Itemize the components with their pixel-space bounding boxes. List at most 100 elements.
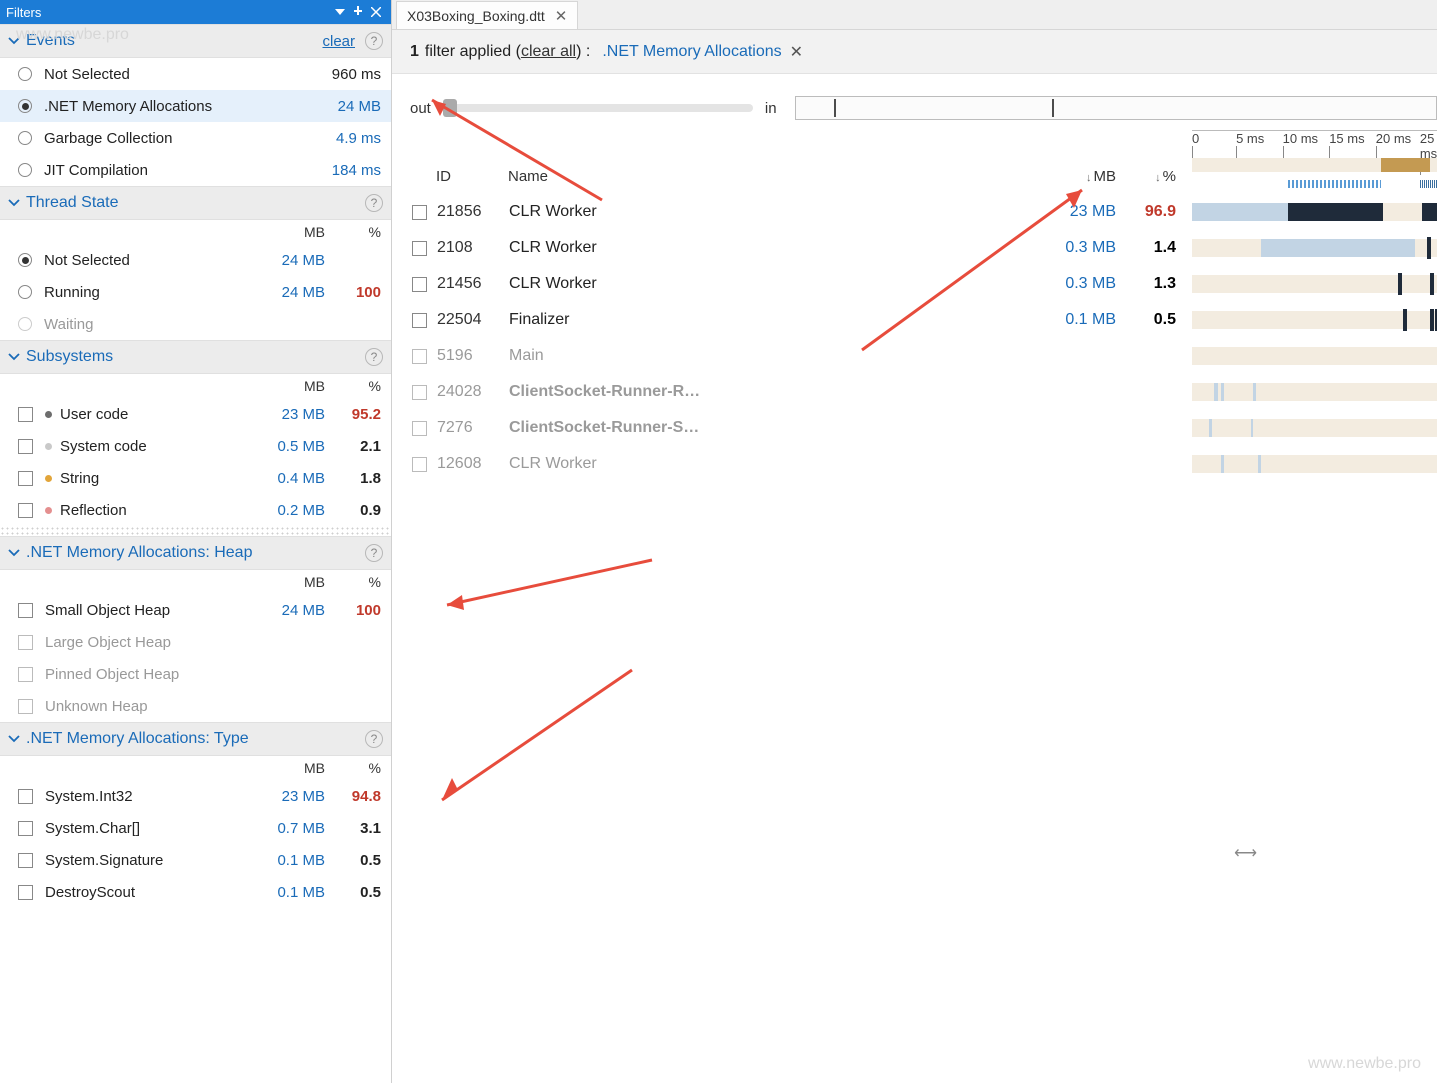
clear-all-link[interactable]: clear all — [521, 43, 576, 61]
checkbox-icon[interactable] — [18, 635, 33, 650]
col-pct[interactable]: ↓% — [1116, 168, 1176, 185]
radio-icon[interactable] — [18, 317, 32, 331]
thread-row[interactable]: 12608 CLR Worker — [392, 446, 1192, 482]
section-type[interactable]: .NET Memory Allocations: Type ? — [0, 722, 391, 756]
overview-band — [1192, 158, 1437, 194]
thread-id: 5196 — [437, 347, 509, 365]
timeline-row[interactable] — [1192, 230, 1437, 266]
checkbox-icon[interactable] — [18, 503, 33, 518]
checkbox-icon[interactable] — [18, 789, 33, 804]
thread-row[interactable]: 5196 Main — [392, 338, 1192, 374]
type-row[interactable]: System.Signature 0.1 MB 0.5 — [0, 844, 391, 876]
thread-row[interactable]: 21856 CLR Worker 23 MB 96.9 — [392, 194, 1192, 230]
help-icon[interactable]: ? — [365, 32, 383, 50]
col-name[interactable]: Name — [508, 168, 1026, 185]
checkbox-icon[interactable] — [412, 385, 427, 400]
checkbox-icon[interactable] — [412, 349, 427, 364]
section-events[interactable]: Events clear ? — [0, 24, 391, 58]
event-row[interactable]: Not Selected 960 ms — [0, 58, 391, 90]
col-id[interactable]: ID — [436, 168, 508, 185]
radio-icon[interactable] — [18, 253, 32, 267]
help-icon[interactable]: ? — [365, 348, 383, 366]
checkbox-icon[interactable] — [18, 471, 33, 486]
timeline-row[interactable] — [1192, 446, 1437, 482]
timeline-row[interactable] — [1192, 194, 1437, 230]
checkbox-icon[interactable] — [18, 853, 33, 868]
checkbox-icon[interactable] — [412, 421, 427, 436]
pin-icon[interactable] — [349, 6, 367, 18]
event-name: .NET Memory Allocations — [44, 98, 307, 115]
thread-state-row[interactable]: Running 24 MB 100 — [0, 276, 391, 308]
checkbox-icon[interactable] — [18, 821, 33, 836]
thread-state-row[interactable]: Waiting — [0, 308, 391, 340]
close-icon[interactable]: ✕ — [790, 42, 803, 62]
section-heap[interactable]: .NET Memory Allocations: Heap ? — [0, 536, 391, 570]
heap-row[interactable]: Small Object Heap 24 MB 100 — [0, 594, 391, 626]
help-icon[interactable]: ? — [365, 730, 383, 748]
timeline-row[interactable] — [1192, 410, 1437, 446]
col-pct: % — [325, 224, 381, 240]
checkbox-icon[interactable] — [412, 241, 427, 256]
subsystem-row[interactable]: User code 23 MB 95.2 — [0, 398, 391, 430]
thread-row[interactable]: 7276 ClientSocket-Runner-S… — [392, 410, 1192, 446]
radio-icon[interactable] — [18, 67, 32, 81]
thread-row[interactable]: 2108 CLR Worker 0.3 MB 1.4 — [392, 230, 1192, 266]
subsystem-row[interactable]: System code 0.5 MB 2.1 — [0, 430, 391, 462]
close-icon[interactable] — [367, 7, 385, 17]
ts-name: Not Selected — [44, 252, 251, 269]
checkbox-icon[interactable] — [18, 603, 33, 618]
radio-icon[interactable] — [18, 285, 32, 299]
checkbox-icon[interactable] — [18, 667, 33, 682]
checkbox-icon[interactable] — [18, 407, 33, 422]
heap-row[interactable]: Unknown Heap — [0, 690, 391, 722]
time-ruler[interactable]: 0 5 ms 10 ms 15 ms 20 ms 25 ms — [1192, 130, 1437, 158]
thread-state-row[interactable]: Not Selected 24 MB — [0, 244, 391, 276]
type-row[interactable]: DestroyScout 0.1 MB 0.5 — [0, 876, 391, 908]
col-mb[interactable]: ↓MB — [1026, 168, 1116, 185]
timeline-row[interactable] — [1192, 374, 1437, 410]
event-row[interactable]: .NET Memory Allocations 24 MB — [0, 90, 391, 122]
overview-timeline[interactable] — [795, 96, 1437, 120]
checkbox-icon[interactable] — [412, 313, 427, 328]
events-clear-link[interactable]: clear — [322, 33, 355, 50]
filter-count: 1 — [410, 43, 419, 61]
type-row[interactable]: System.Int32 23 MB 94.8 — [0, 780, 391, 812]
subsystem-row[interactable]: Reflection 0.2 MB 0.9 — [0, 494, 391, 526]
chevron-down-icon — [8, 199, 20, 207]
tick-label: 25 ms — [1420, 131, 1437, 161]
checkbox-icon[interactable] — [18, 885, 33, 900]
checkbox-icon[interactable] — [412, 457, 427, 472]
help-icon[interactable]: ? — [365, 194, 383, 212]
zoom-slider[interactable] — [443, 104, 753, 112]
radio-icon[interactable] — [18, 131, 32, 145]
resize-handle-icon[interactable]: ⟷ — [1234, 843, 1257, 863]
thread-row[interactable]: 21456 CLR Worker 0.3 MB 1.3 — [392, 266, 1192, 302]
timeline-row[interactable] — [1192, 338, 1437, 374]
timeline[interactable] — [1192, 158, 1437, 482]
event-row[interactable]: JIT Compilation 184 ms — [0, 154, 391, 186]
checkbox-icon[interactable] — [412, 205, 427, 220]
checkbox-icon[interactable] — [412, 277, 427, 292]
type-row[interactable]: System.Char[] 0.7 MB 3.1 — [0, 812, 391, 844]
filter-chip[interactable]: .NET Memory Allocations — [602, 43, 781, 61]
checkbox-icon[interactable] — [18, 439, 33, 454]
thread-row[interactable]: 22504 Finalizer 0.1 MB 0.5 — [392, 302, 1192, 338]
help-icon[interactable]: ? — [365, 544, 383, 562]
thread-row[interactable]: 24028 ClientSocket-Runner-R… — [392, 374, 1192, 410]
radio-icon[interactable] — [18, 163, 32, 177]
dropdown-icon[interactable] — [331, 9, 349, 15]
section-thread-state[interactable]: Thread State ? — [0, 186, 391, 220]
checkbox-icon[interactable] — [18, 699, 33, 714]
close-icon[interactable]: ✕ — [555, 7, 568, 25]
event-row[interactable]: Garbage Collection 4.9 ms — [0, 122, 391, 154]
subsystem-row[interactable]: String 0.4 MB 1.8 — [0, 462, 391, 494]
slider-thumb[interactable] — [443, 99, 457, 117]
heap-row[interactable]: Large Object Heap — [0, 626, 391, 658]
timeline-row[interactable] — [1192, 266, 1437, 302]
section-subsystems[interactable]: Subsystems ? — [0, 340, 391, 374]
timeline-row[interactable] — [1192, 302, 1437, 338]
heap-row[interactable]: Pinned Object Heap — [0, 658, 391, 690]
annotation-arrow — [432, 550, 662, 620]
tab-document[interactable]: X03Boxing_Boxing.dtt ✕ — [396, 1, 578, 29]
radio-icon[interactable] — [18, 99, 32, 113]
